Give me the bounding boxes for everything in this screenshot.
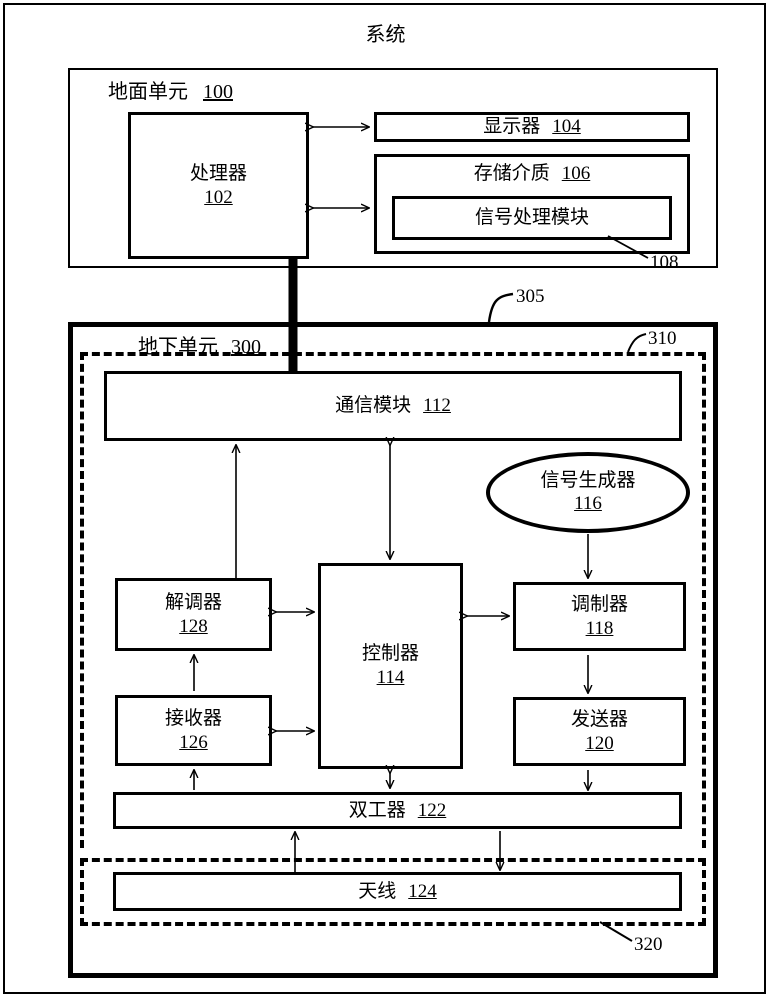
- figure-title: 系统: [365, 24, 406, 46]
- demodulator-ref: 128: [179, 615, 208, 637]
- modulator-ref: 118: [585, 617, 614, 639]
- ground-unit-label: 地面单元: [108, 81, 188, 103]
- controller-label: 控制器: [361, 643, 419, 665]
- underground-unit-label: 地下单元: [138, 336, 218, 358]
- storage-ref: 106: [561, 163, 591, 184]
- duplexer-label: 双工器: [348, 799, 406, 821]
- demodulator-label: 解调器: [164, 591, 222, 613]
- storage-label: 存储介质: [473, 163, 550, 184]
- callout-108: 108: [650, 252, 679, 273]
- callout-320: 320: [634, 934, 663, 955]
- modulator-label: 调制器: [570, 593, 628, 615]
- callout-305: 305: [516, 286, 545, 307]
- duplexer-ref: 122: [417, 799, 447, 821]
- block-duplexer: 双工器 122: [113, 792, 682, 829]
- block-demodulator: 解调器 128: [115, 578, 272, 651]
- receiver-label: 接收器: [164, 707, 222, 729]
- block-communication-module: 通信模块 112: [104, 371, 682, 441]
- controller-ref: 114: [376, 667, 405, 688]
- underground-unit-title: 地下单元 300: [138, 330, 261, 359]
- antenna-ref: 124: [408, 880, 437, 902]
- block-transmitter: 发送器 120: [513, 697, 686, 766]
- underground-unit-ref: 300: [231, 336, 261, 358]
- display-label: 显示器: [483, 116, 541, 138]
- comm-module-label: 通信模块: [335, 395, 412, 417]
- block-modulator: 调制器 118: [513, 582, 686, 651]
- signal-module-label: 信号处理模块: [474, 207, 589, 229]
- processor-ref: 102: [204, 186, 233, 208]
- display-ref: 104: [552, 116, 581, 138]
- transmitter-label: 发送器: [570, 708, 628, 730]
- comm-module-ref: 112: [423, 395, 451, 417]
- ground-unit-ref: 100: [203, 81, 233, 103]
- signal-generator-label: 信号生成器: [540, 469, 636, 491]
- block-display: 显示器 104: [374, 112, 690, 142]
- patent-figure: 系统 地面单元 100 地下单元 300 305 310 320 108 处理器…: [0, 0, 771, 1000]
- transmitter-ref: 120: [585, 732, 614, 754]
- ground-unit-title: 地面单元 100: [108, 75, 233, 104]
- receiver-ref: 126: [179, 731, 208, 753]
- processor-label: 处理器: [189, 162, 247, 184]
- block-antenna: 天线 124: [113, 872, 682, 911]
- block-controller: 控制器 114: [318, 563, 463, 769]
- block-processor: 处理器 102: [128, 112, 309, 259]
- callout-310: 310: [648, 328, 677, 349]
- block-receiver: 接收器 126: [115, 695, 272, 766]
- antenna-label: 天线: [358, 880, 397, 902]
- block-signal-generator: 信号生成器 116: [486, 452, 690, 533]
- block-signal-processing-module: 信号处理模块: [392, 196, 672, 240]
- signal-generator-ref: 116: [574, 492, 602, 514]
